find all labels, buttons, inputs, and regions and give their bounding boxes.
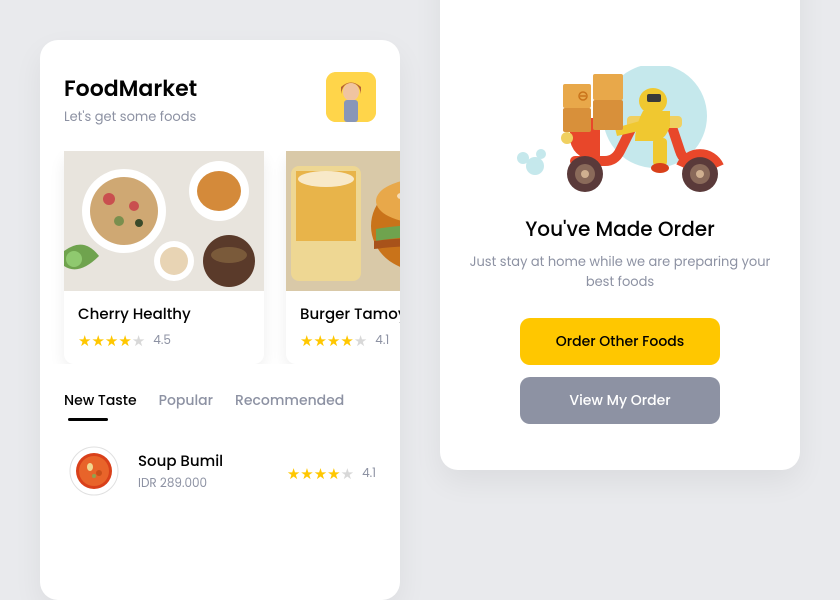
home-screen: FoodMarket Let's get some foods <box>40 40 400 600</box>
food-card-body: Cherry Healthy ★★★★★ 4.5 <box>64 291 264 364</box>
rating-value: 4.1 <box>362 465 376 483</box>
food-title: Cherry Healthy <box>78 303 250 326</box>
header: FoodMarket Let's get some foods <box>40 40 400 151</box>
view-order-button[interactable]: View My Order <box>520 377 720 424</box>
order-other-button[interactable]: Order Other Foods <box>520 318 720 365</box>
order-success-content: You've Made Order Just stay at home whil… <box>440 66 800 460</box>
stars: ★★★★★ <box>300 334 367 349</box>
tab-popular[interactable]: Popular <box>159 390 213 421</box>
stars: ★★★★★ <box>287 467 354 482</box>
app-subtitle: Let's get some foods <box>64 107 197 127</box>
food-image <box>286 151 400 291</box>
stars: ★★★★★ <box>78 334 145 349</box>
food-title: Soup Bumil <box>138 450 223 473</box>
rating: ★★★★★ 4.5 <box>78 332 250 350</box>
avatar[interactable] <box>326 72 376 122</box>
success-title: You've Made Order <box>464 214 776 244</box>
rating: ★★★★★ 4.1 <box>300 332 400 350</box>
order-success-screen: You've Made Order Just stay at home whil… <box>440 0 800 470</box>
tab-recommended[interactable]: Recommended <box>235 390 344 421</box>
food-card-body: Burger Tamoyaki ★★★★★ 4.1 <box>286 291 400 364</box>
header-text: FoodMarket Let's get some foods <box>64 72 197 127</box>
list-item-body: Soup Bumil IDR 289.000 <box>138 450 223 493</box>
food-image <box>64 151 264 291</box>
food-card[interactable]: Burger Tamoyaki ★★★★★ 4.1 <box>286 151 400 364</box>
success-subtitle: Just stay at home while we are preparing… <box>464 252 776 292</box>
food-list: Soup Bumil IDR 289.000 ★★★★★ 4.1 <box>40 429 400 513</box>
rating-value: 4.1 <box>375 332 389 350</box>
rating: ★★★★★ 4.1 <box>287 465 376 483</box>
food-carousel[interactable]: Cherry Healthy ★★★★★ 4.5 <box>40 151 400 364</box>
food-price: IDR 289.000 <box>138 475 223 493</box>
rating-value: 4.5 <box>153 332 171 350</box>
list-item[interactable]: Soup Bumil IDR 289.000 ★★★★★ 4.1 <box>64 441 376 501</box>
delivery-illustration <box>464 66 776 196</box>
food-title: Burger Tamoyaki <box>300 303 400 326</box>
food-thumb <box>64 441 124 501</box>
tab-new-taste[interactable]: New Taste <box>64 390 137 421</box>
app-title: FoodMarket <box>64 72 197 105</box>
food-card[interactable]: Cherry Healthy ★★★★★ 4.5 <box>64 151 264 364</box>
tabs: New Taste Popular Recommended <box>40 364 400 429</box>
